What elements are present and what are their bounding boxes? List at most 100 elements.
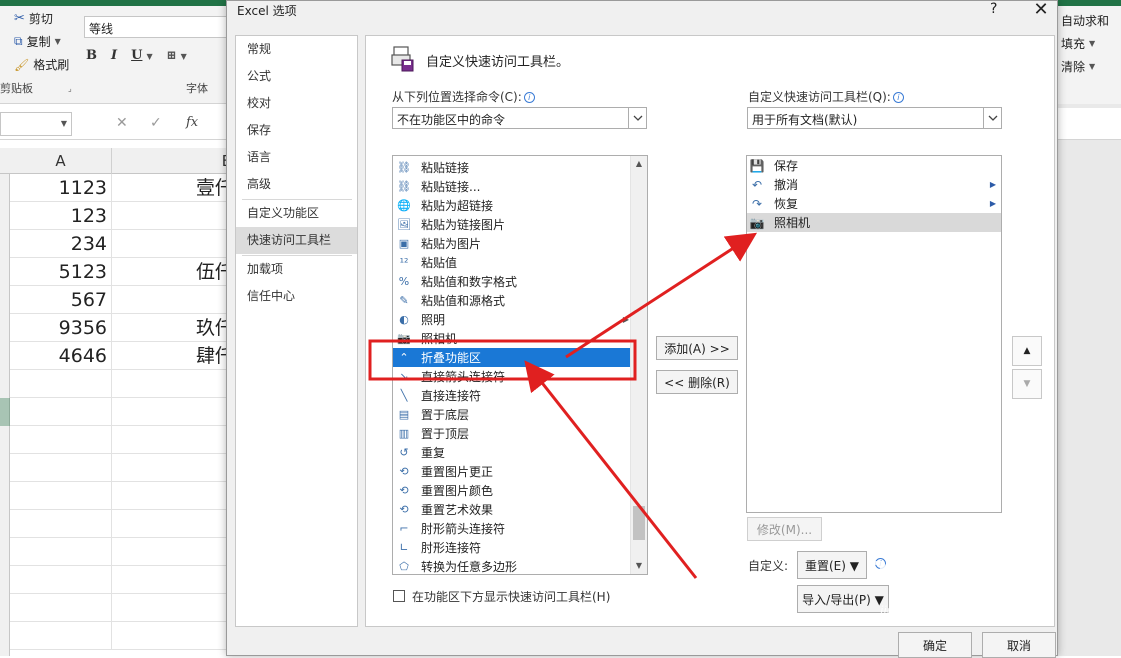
add-button[interactable]: 添加(A) >> — [656, 336, 738, 360]
list-item[interactable]: ⟲ 重置图片更正 — [393, 462, 631, 481]
list-item[interactable]: ⟲ 重置艺术效果 — [393, 500, 631, 519]
scroll-thumb[interactable] — [633, 506, 645, 540]
font-name-box[interactable]: 等线 — [84, 16, 234, 38]
insert-function-button[interactable]: fx — [186, 115, 198, 130]
name-box[interactable]: ▼ — [0, 112, 72, 136]
cell-a[interactable] — [10, 510, 112, 538]
toolbar-list-item[interactable]: 📷 照相机 — [747, 213, 1001, 232]
commands-scrollbar[interactable]: ▲ ▼ — [630, 156, 647, 574]
toolbar-items-list[interactable]: 💾 保存 ↶ 撤消 ▶ ↷ 恢复 ▶ 📷 照相机 — [746, 155, 1002, 513]
list-item[interactable]: ◐ 照明 ▶ — [393, 310, 631, 329]
list-item[interactable]: ⬠ 转换为任意多边形 — [393, 557, 631, 574]
list-item[interactable]: ⛓ 粘贴链接... — [393, 177, 631, 196]
list-item[interactable]: ⌐ 肘形箭头连接符 — [393, 519, 631, 538]
scroll-down-icon[interactable]: ▼ — [631, 558, 647, 574]
cell-a[interactable] — [10, 482, 112, 510]
show-below-ribbon-checkbox[interactable] — [393, 590, 405, 602]
underline-button[interactable]: U — [131, 48, 142, 63]
column-a-header[interactable]: A — [10, 148, 112, 174]
cell-a[interactable]: 5123 — [10, 258, 112, 286]
column-b-header[interactable]: B — [112, 148, 236, 174]
cell-a[interactable]: 1123 — [10, 174, 112, 202]
font-group-label: 字体 — [186, 82, 208, 95]
list-item[interactable]: ╲ 直接连接符 — [393, 386, 631, 405]
list-item[interactable]: % 粘贴值和数字格式 — [393, 272, 631, 291]
cut-button[interactable]: ✂ 剪切 — [14, 10, 53, 27]
list-item[interactable]: ▥ 置于顶层 — [393, 424, 631, 443]
list-item[interactable]: ↺ 重复 — [393, 443, 631, 462]
list-item[interactable]: ↘ 直接箭头连接符 — [393, 367, 631, 386]
cell-a[interactable]: 234 — [10, 230, 112, 258]
scroll-up-icon[interactable]: ▲ — [631, 156, 647, 172]
list-item[interactable]: ⛓ 粘贴链接 — [393, 158, 631, 177]
format-painter-button[interactable]: 🖌 格式刷 — [14, 56, 69, 73]
straight-arrow-icon: ↘ — [399, 370, 409, 383]
list-item[interactable]: ∟ 肘形连接符 — [393, 538, 631, 557]
cell-a[interactable]: 9356 — [10, 314, 112, 342]
ok-button[interactable]: 确定 — [898, 632, 972, 658]
cell-a[interactable] — [10, 454, 112, 482]
reset-button[interactable]: 重置(E) ▼ — [797, 551, 867, 579]
list-item[interactable]: ✎ 粘贴值和源格式 — [393, 291, 631, 310]
nav-item-advanced[interactable]: 高级 — [236, 171, 357, 198]
clear-button[interactable]: 清除 ▼ — [1061, 58, 1095, 75]
nav-item-add-ins[interactable]: 加载项 — [236, 256, 357, 283]
choose-from-select[interactable]: 不在功能区中的命令 — [392, 107, 647, 129]
cell-a[interactable] — [10, 622, 112, 650]
italic-button[interactable]: I — [111, 48, 117, 63]
cell-a[interactable]: 567 — [10, 286, 112, 314]
cell-a[interactable] — [10, 566, 112, 594]
border-icon[interactable]: ⊞ — [167, 48, 177, 63]
move-down-button[interactable]: ▼ — [1012, 369, 1042, 399]
remove-button[interactable]: << 删除(R) — [656, 370, 738, 394]
help-button[interactable]: ? — [990, 1, 997, 17]
nav-item-save[interactable]: 保存 — [236, 117, 357, 144]
cell-a[interactable] — [10, 398, 112, 426]
list-item[interactable]: 📷 照相机 — [393, 329, 631, 348]
close-button[interactable]: ✕ — [1027, 0, 1055, 20]
toolbar-list-item[interactable]: ↷ 恢复 ▶ — [747, 194, 1001, 213]
list-item-label: 转换为任意多边形 — [421, 560, 518, 574]
list-item[interactable]: ¹² 粘贴值 — [393, 253, 631, 272]
dialog-launcher-icon[interactable]: ⌟ — [68, 84, 72, 93]
straight-connector-icon: ╲ — [400, 389, 408, 402]
nav-item-customize-ribbon[interactable]: 自定义功能区 — [236, 200, 357, 227]
enter-button[interactable]: ✓ — [150, 115, 162, 131]
toolbar-list-item[interactable]: 💾 保存 — [747, 156, 1001, 175]
cell-a[interactable] — [10, 538, 112, 566]
toolbar-list-item-label: 照相机 — [774, 216, 811, 230]
cell-a[interactable]: 4646 — [10, 342, 112, 370]
cancel-entry-button[interactable]: ✕ — [116, 115, 128, 131]
list-item[interactable]: ▣ 粘贴为图片 — [393, 234, 631, 253]
cell-a[interactable] — [10, 594, 112, 622]
bring-to-front-icon: ▥ — [398, 427, 410, 440]
nav-item-proofing[interactable]: 校对 — [236, 90, 357, 117]
nav-item-language[interactable]: 语言 — [236, 144, 357, 171]
autosum-button[interactable]: 自动求和 — [1061, 12, 1109, 29]
list-item[interactable]: ⌃ 折叠功能区 — [393, 348, 631, 367]
toolbar-list-item[interactable]: ↶ 撤消 ▶ — [747, 175, 1001, 194]
cancel-button[interactable]: 取消 — [982, 632, 1056, 658]
list-item[interactable]: 🖼 粘贴为链接图片 — [393, 215, 631, 234]
fill-button[interactable]: 填充 ▼ — [1061, 35, 1095, 52]
list-item[interactable]: 🌐 粘贴为超链接 — [393, 196, 631, 215]
list-item-label: 粘贴链接... — [421, 180, 481, 194]
commands-list[interactable]: ⛓ 粘贴链接 ⛓ 粘贴链接... 🌐 粘贴为超链接 🖼 粘贴为链接图片 ▣ 粘贴为图片 ¹² 粘贴值%… — [392, 155, 648, 575]
chevron-right-icon[interactable]: ▶ — [990, 199, 996, 208]
move-up-button[interactable]: ▲ — [1012, 336, 1042, 366]
list-item[interactable]: ▤ 置于底层 — [393, 405, 631, 424]
chevron-right-icon[interactable]: ▶ — [990, 180, 996, 189]
nav-item-trust-center[interactable]: 信任中心 — [236, 283, 357, 310]
list-item-label: 折叠功能区 — [421, 351, 482, 365]
cell-a[interactable] — [10, 426, 112, 454]
bold-button[interactable]: B — [86, 48, 97, 63]
cell-a[interactable] — [10, 370, 112, 398]
nav-item-general[interactable]: 常规 — [236, 36, 357, 63]
customize-for-select[interactable]: 用于所有文档(默认) — [747, 107, 1002, 129]
list-item[interactable]: ⟲ 重置图片颜色 — [393, 481, 631, 500]
copy-button[interactable]: ⧉ 复制 ▼ — [14, 33, 61, 50]
cell-a[interactable]: 123 — [10, 202, 112, 230]
nav-item-quick-access-toolbar[interactable]: 快速访问工具栏 — [236, 227, 357, 254]
modify-button[interactable]: 修改(M)... — [747, 517, 822, 541]
nav-item-formulas[interactable]: 公式 — [236, 63, 357, 90]
